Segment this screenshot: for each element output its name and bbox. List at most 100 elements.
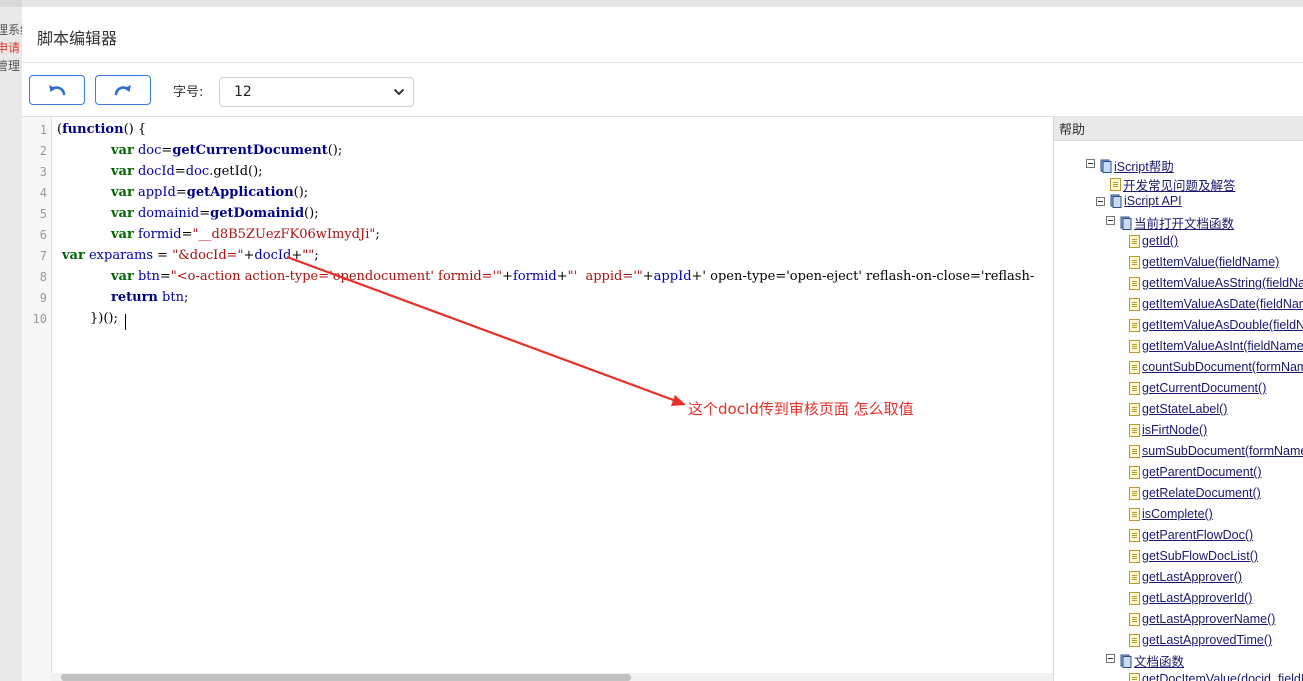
help-tree-item[interactable]: getParentFlowDoc() <box>1129 528 1253 542</box>
background-app-sidebar: 理系统 申请 管理 <box>0 0 22 681</box>
code-line: })(); <box>90 311 118 326</box>
code-line: var appId=getApplication(); <box>111 185 309 200</box>
undo-button[interactable] <box>29 75 85 105</box>
document-icon <box>1110 178 1121 191</box>
line-number: 8 <box>39 270 47 284</box>
help-tree-item[interactable]: getDocItemValue(docid, fieldN <box>1129 672 1303 681</box>
book-icon <box>1120 654 1132 668</box>
help-tree-item[interactable]: iScript帮助 <box>1100 156 1174 175</box>
help-tree-label: iScript帮助 <box>1114 160 1174 174</box>
font-size-select[interactable]: 12 <box>219 77 414 107</box>
help-tree-item[interactable]: getRelateDocument() <box>1129 486 1261 500</box>
help-tree-item[interactable]: 开发常见问题及解答 <box>1110 175 1236 194</box>
help-tree-item[interactable]: getLastApproverId() <box>1129 591 1252 605</box>
help-tree-item[interactable]: sumSubDocument(formName, <box>1129 444 1303 458</box>
tree-collapse-toggle[interactable] <box>1096 197 1105 206</box>
help-tree-label: getParentFlowDoc() <box>1142 528 1254 542</box>
undo-icon <box>49 85 66 96</box>
help-tree-item[interactable]: getItemValueAsDate(fieldNam <box>1129 297 1303 311</box>
background-top-strip <box>0 0 22 7</box>
help-tree-item[interactable]: getCurrentDocument() <box>1129 381 1266 395</box>
help-tree-item[interactable]: getItemValueAsString(fieldNam <box>1129 276 1303 290</box>
line-number: 9 <box>39 291 47 305</box>
document-icon <box>1129 444 1140 458</box>
document-icon <box>1129 549 1140 563</box>
line-number: 7 <box>39 249 47 263</box>
help-tree-item[interactable]: 当前打开文档函数 <box>1120 213 1234 232</box>
tree-collapse-toggle[interactable] <box>1086 159 1095 168</box>
redo-icon <box>114 85 131 96</box>
help-tree-label: getLastApproverId() <box>1142 591 1253 605</box>
help-tree-item[interactable]: getItemValueAsInt(fieldName) <box>1129 339 1303 353</box>
book-icon <box>1110 194 1122 208</box>
help-tree-label: 开发常见问题及解答 <box>1123 179 1236 193</box>
code-line: var exparams = "&docId="+docId+""; <box>62 248 319 263</box>
line-number: 4 <box>39 186 47 200</box>
background-fragment: 申请 <box>0 41 21 55</box>
chevron-down-icon <box>393 88 405 96</box>
code-line: var domainid=getDomainid(); <box>111 206 319 221</box>
background-fragment: 理系统 <box>0 23 22 37</box>
book-icon <box>1100 159 1112 173</box>
help-tree-item[interactable]: getStateLabel() <box>1129 402 1227 416</box>
document-icon <box>1129 528 1140 542</box>
help-tree-item[interactable]: isComplete() <box>1129 507 1213 521</box>
line-number: 3 <box>39 165 47 179</box>
annotation-text: 这个docId传到审核页面 怎么取值 <box>688 400 914 418</box>
document-icon <box>1129 318 1140 332</box>
help-tree-label: getStateLabel() <box>1142 402 1228 416</box>
tree-collapse-toggle[interactable] <box>1106 654 1115 663</box>
help-tree-item[interactable]: isFirtNode() <box>1129 423 1207 437</box>
help-tree-label: getCurrentDocument() <box>1142 381 1267 395</box>
code-line: var docId=doc.getId(); <box>111 164 263 179</box>
font-size-value: 12 <box>234 84 252 100</box>
document-icon <box>1129 276 1140 290</box>
document-icon <box>1129 591 1140 605</box>
script-editor-dialog: 脚本编辑器 字号: 12 1 2 3 4 5 6 7 8 9 10 (funct… <box>22 7 1303 681</box>
help-tree-item[interactable]: getItemValue(fieldName) <box>1129 255 1279 269</box>
help-panel: 帮助 iScript帮助开发常见问题及解答 iScript API 当前打开文档函数… <box>1053 116 1303 681</box>
text-cursor <box>125 314 126 330</box>
help-tree-label: getLastApprovedTime() <box>1142 633 1273 647</box>
help-tree-label: getRelateDocument() <box>1142 486 1261 500</box>
dialog-title: 脚本编辑器 <box>37 29 118 48</box>
help-tree-item[interactable]: getId() <box>1129 234 1178 248</box>
help-tree-item[interactable]: iScript API <box>1110 194 1182 208</box>
help-tree-item[interactable]: countSubDocument(formNam <box>1129 360 1303 374</box>
help-header: 帮助 <box>1054 116 1303 141</box>
document-icon <box>1129 612 1140 626</box>
scrollbar-thumb[interactable] <box>61 674 631 681</box>
document-icon <box>1129 381 1140 395</box>
document-icon <box>1129 423 1140 437</box>
help-tree-label: getDocItemValue(docid, fieldN <box>1142 672 1303 681</box>
redo-button[interactable] <box>95 75 151 105</box>
help-tree-item[interactable]: getItemValueAsDouble(fieldNa <box>1129 318 1303 332</box>
help-tree-item[interactable]: getLastApprovedTime() <box>1129 633 1272 647</box>
document-icon <box>1129 339 1140 353</box>
line-number: 6 <box>39 228 47 242</box>
help-tree-label: getItemValueAsDate(fieldNam <box>1142 297 1303 311</box>
help-tree-item[interactable]: getSubFlowDocList() <box>1129 549 1258 563</box>
help-tree-label: getId() <box>1142 234 1179 248</box>
help-tree-item[interactable]: getLastApproverName() <box>1129 612 1275 626</box>
help-tree-label: 当前打开文档函数 <box>1134 217 1235 231</box>
help-tree-label: iScript API <box>1124 194 1182 208</box>
book-icon <box>1120 216 1132 230</box>
code-line: var formid="__d8B5ZUezFK06wImydJi"; <box>111 227 380 242</box>
tree-collapse-toggle[interactable] <box>1106 216 1115 225</box>
help-tree-label: getItemValueAsInt(fieldName) <box>1142 339 1303 353</box>
help-tree-item[interactable]: getLastApprover() <box>1129 570 1242 584</box>
code-line: var btn="<o-action action-type='opendocu… <box>111 269 1035 284</box>
document-icon <box>1129 672 1140 681</box>
document-icon <box>1129 234 1140 248</box>
help-tree-item[interactable]: getParentDocument() <box>1129 465 1262 479</box>
document-icon <box>1129 402 1140 416</box>
help-tree-label: getLastApproverName() <box>1142 612 1276 626</box>
code-line: var doc=getCurrentDocument(); <box>111 143 343 158</box>
line-number: 5 <box>39 207 47 221</box>
help-tree-item[interactable]: 文档函数 <box>1120 651 1184 670</box>
help-tree-label: isComplete() <box>1142 507 1213 521</box>
horizontal-scrollbar[interactable] <box>51 673 1053 681</box>
background-fragment: 管理 <box>0 59 21 73</box>
help-title: 帮助 <box>1059 123 1086 138</box>
